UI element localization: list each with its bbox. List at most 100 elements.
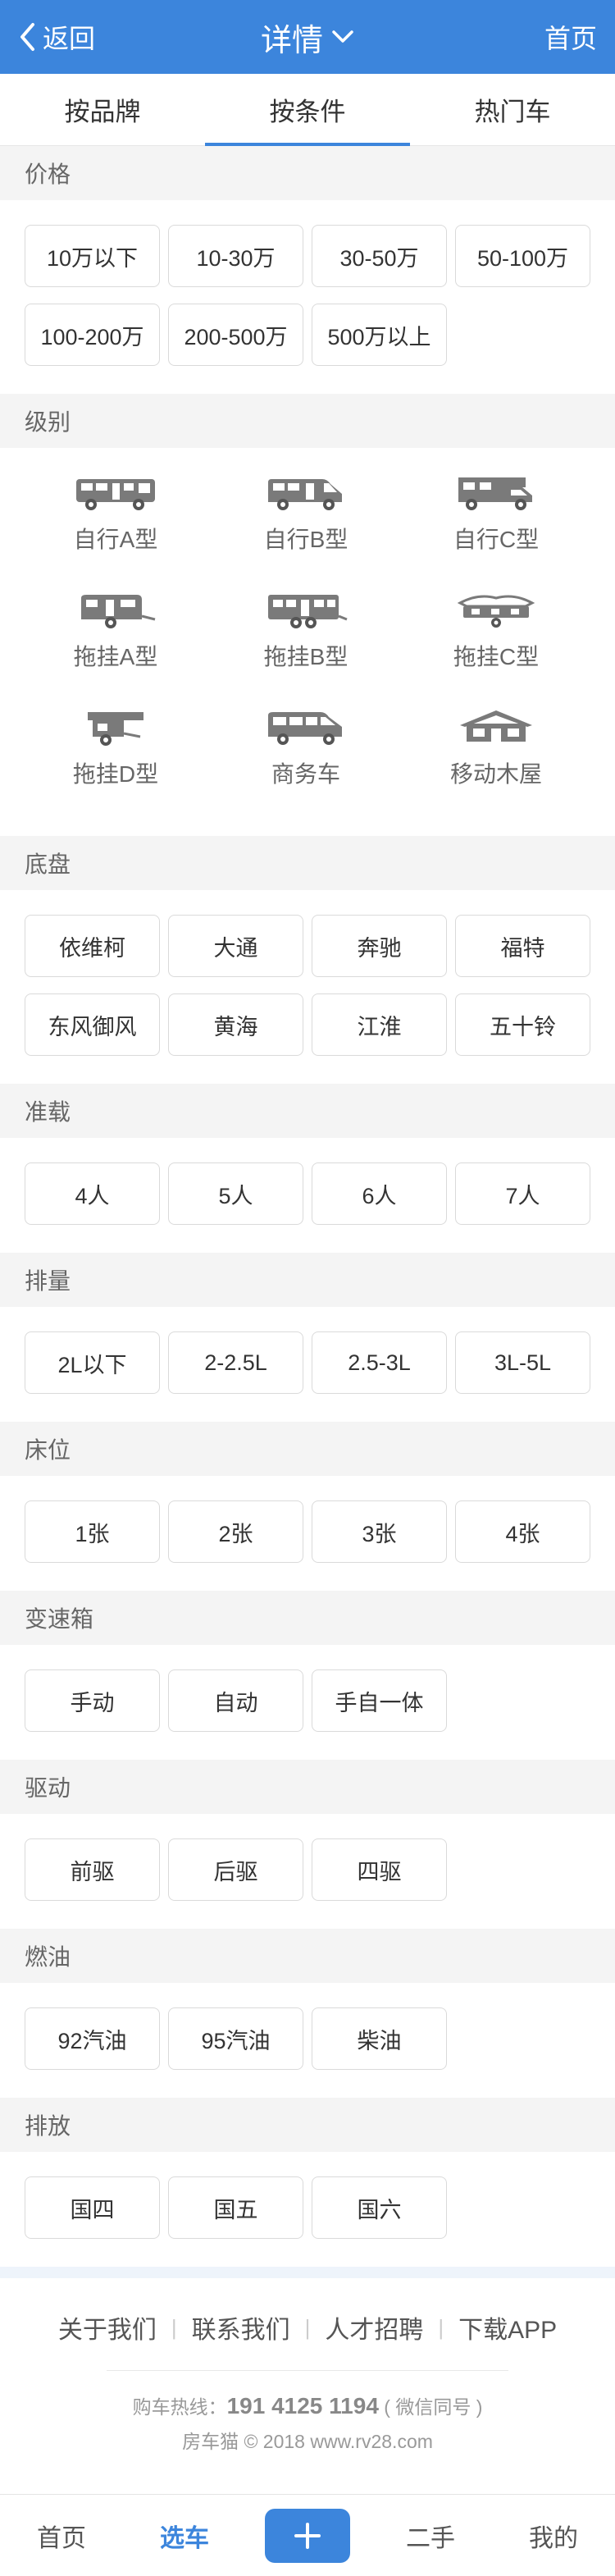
footer-separator: | [171, 2314, 177, 2340]
nav-used[interactable]: 二手 [369, 2495, 492, 2576]
section-title-fuel: 燃油 [0, 1929, 615, 1983]
level-label: 拖挂C型 [453, 644, 540, 669]
tab-hot-cars[interactable]: 热门车 [410, 74, 615, 145]
nav-select-car[interactable]: 选车 [123, 2495, 246, 2576]
drive-options: 前驱 后驱 四驱 [0, 1814, 615, 1929]
level-option-trailer-b[interactable]: 拖挂B型 [211, 588, 401, 706]
section-title-beds: 床位 [0, 1422, 615, 1476]
price-option[interactable]: 10-30万 [168, 225, 303, 287]
section-title-chassis: 底盘 [0, 836, 615, 890]
rv-class-a-icon [76, 479, 155, 510]
emission-options: 国四 国五 国六 [0, 2152, 615, 2267]
section-title-price: 价格 [0, 146, 615, 200]
level-option-class-b[interactable]: 自行B型 [211, 471, 401, 588]
emission-option[interactable]: 国五 [168, 2176, 303, 2239]
tab-conditions[interactable]: 按条件 [205, 74, 410, 146]
beds-option[interactable]: 3张 [312, 1500, 447, 1563]
hotline: 购车热线：191 4125 1194 ( 微信同号 ) [0, 2391, 615, 2419]
displacement-options: 2L以下 2-2.5L 2.5-3L 3L-5L [0, 1307, 615, 1422]
gearbox-option[interactable]: 手自一体 [312, 1669, 447, 1732]
chassis-option[interactable]: 福特 [455, 915, 590, 977]
back-label: 返回 [43, 24, 96, 53]
chassis-option[interactable]: 奔驰 [312, 915, 447, 977]
rv-class-c-icon [458, 477, 532, 510]
chassis-option[interactable]: 黄海 [168, 993, 303, 1056]
hotline-number[interactable]: 191 4125 1194 [227, 2393, 379, 2418]
level-option-trailer-c[interactable]: 拖挂C型 [401, 588, 591, 706]
drive-option[interactable]: 前驱 [25, 1838, 160, 1901]
footer-rule [107, 2370, 508, 2371]
price-options: 10万以下 10-30万 30-50万 50-100万 100-200万 200… [0, 200, 615, 394]
level-label: 拖挂D型 [72, 761, 159, 787]
site-footer: 关于我们 | 联系我们 | 人才招聘 | 下载APP 购车热线：191 4125… [0, 2278, 615, 2521]
home-link[interactable]: 首页 [544, 0, 597, 74]
level-option-mobile-cabin[interactable]: 移动木屋 [401, 706, 591, 823]
chassis-option[interactable]: 依维柯 [25, 915, 160, 977]
displacement-option[interactable]: 2L以下 [25, 1331, 160, 1394]
publish-button[interactable] [265, 2508, 350, 2563]
price-option[interactable]: 200-500万 [168, 304, 303, 366]
filter-tabs: 按品牌 按条件 热门车 [0, 74, 615, 146]
footer-divider [0, 2267, 615, 2278]
chassis-option[interactable]: 江淮 [312, 993, 447, 1056]
beds-option[interactable]: 4张 [455, 1500, 590, 1563]
capacity-option[interactable]: 7人 [455, 1162, 590, 1225]
section-title-level: 级别 [0, 394, 615, 448]
level-option-class-c[interactable]: 自行C型 [401, 471, 591, 588]
back-button[interactable]: 返回 [18, 0, 95, 74]
level-option-class-a[interactable]: 自行A型 [20, 471, 211, 588]
gearbox-options: 手动 自动 手自一体 [0, 1645, 615, 1760]
section-title-emission: 排放 [0, 2098, 615, 2152]
price-option[interactable]: 30-50万 [312, 225, 447, 287]
trailer-b-icon [268, 595, 348, 628]
emission-option[interactable]: 国四 [25, 2176, 160, 2239]
fuel-options: 92汽油 95汽油 柴油 [0, 1983, 615, 2098]
price-option[interactable]: 10万以下 [25, 225, 160, 287]
gearbox-option[interactable]: 自动 [168, 1669, 303, 1732]
footer-link-download-app[interactable]: 下载APP [458, 2309, 557, 2345]
nav-mine[interactable]: 我的 [492, 2495, 615, 2576]
tab-brand[interactable]: 按品牌 [0, 74, 205, 145]
capacity-option[interactable]: 5人 [168, 1162, 303, 1225]
hotline-label: 购车热线： [132, 2396, 227, 2418]
footer-links: 关于我们 | 联系我们 | 人才招聘 | 下载APP [0, 2309, 615, 2345]
drive-option[interactable]: 后驱 [168, 1838, 303, 1901]
price-option[interactable]: 50-100万 [455, 225, 590, 287]
level-options: 自行A型 自行B型 自行C型 拖挂A型 拖挂B型 拖挂C型 拖挂D型 商务车 移… [0, 448, 615, 836]
drive-option[interactable]: 四驱 [312, 1838, 447, 1901]
chassis-option[interactable]: 五十铃 [455, 993, 590, 1056]
capacity-option[interactable]: 4人 [25, 1162, 160, 1225]
chevron-down-icon [332, 30, 353, 43]
fuel-option[interactable]: 92汽油 [25, 2007, 160, 2070]
trailer-d-icon [88, 712, 144, 746]
footer-link-jobs[interactable]: 人才招聘 [325, 2309, 423, 2345]
emission-option[interactable]: 国六 [312, 2176, 447, 2239]
gearbox-option[interactable]: 手动 [25, 1669, 160, 1732]
displacement-option[interactable]: 3L-5L [455, 1331, 590, 1394]
fuel-option[interactable]: 柴油 [312, 2007, 447, 2070]
copyright: 房车猫 © 2018 www.rv28.com [182, 2431, 433, 2452]
chassis-option[interactable]: 大通 [168, 915, 303, 977]
level-option-trailer-d[interactable]: 拖挂D型 [20, 706, 211, 823]
nav-publish[interactable] [246, 2495, 369, 2576]
hotline-note: ( 微信同号 ) [384, 2396, 483, 2418]
footer-link-contact[interactable]: 联系我们 [192, 2309, 290, 2345]
beds-option[interactable]: 2张 [168, 1500, 303, 1563]
chevron-left-icon [20, 23, 34, 51]
fuel-option[interactable]: 95汽油 [168, 2007, 303, 2070]
level-option-trailer-a[interactable]: 拖挂A型 [20, 588, 211, 706]
beds-option[interactable]: 1张 [25, 1500, 160, 1563]
top-bar: 返回 详情 首页 [0, 0, 615, 74]
level-option-business-van[interactable]: 商务车 [211, 706, 401, 823]
chassis-option[interactable]: 东风御风 [25, 993, 160, 1056]
displacement-option[interactable]: 2.5-3L [312, 1331, 447, 1394]
footer-link-about[interactable]: 关于我们 [58, 2309, 157, 2345]
section-title-capacity: 准载 [0, 1084, 615, 1138]
level-label: 拖挂B型 [263, 644, 348, 669]
price-option[interactable]: 100-200万 [25, 304, 160, 366]
displacement-option[interactable]: 2-2.5L [168, 1331, 303, 1394]
nav-home[interactable]: 首页 [0, 2495, 123, 2576]
price-option[interactable]: 500万以上 [312, 304, 447, 366]
page-title-text: 详情 [260, 23, 323, 58]
capacity-option[interactable]: 6人 [312, 1162, 447, 1225]
